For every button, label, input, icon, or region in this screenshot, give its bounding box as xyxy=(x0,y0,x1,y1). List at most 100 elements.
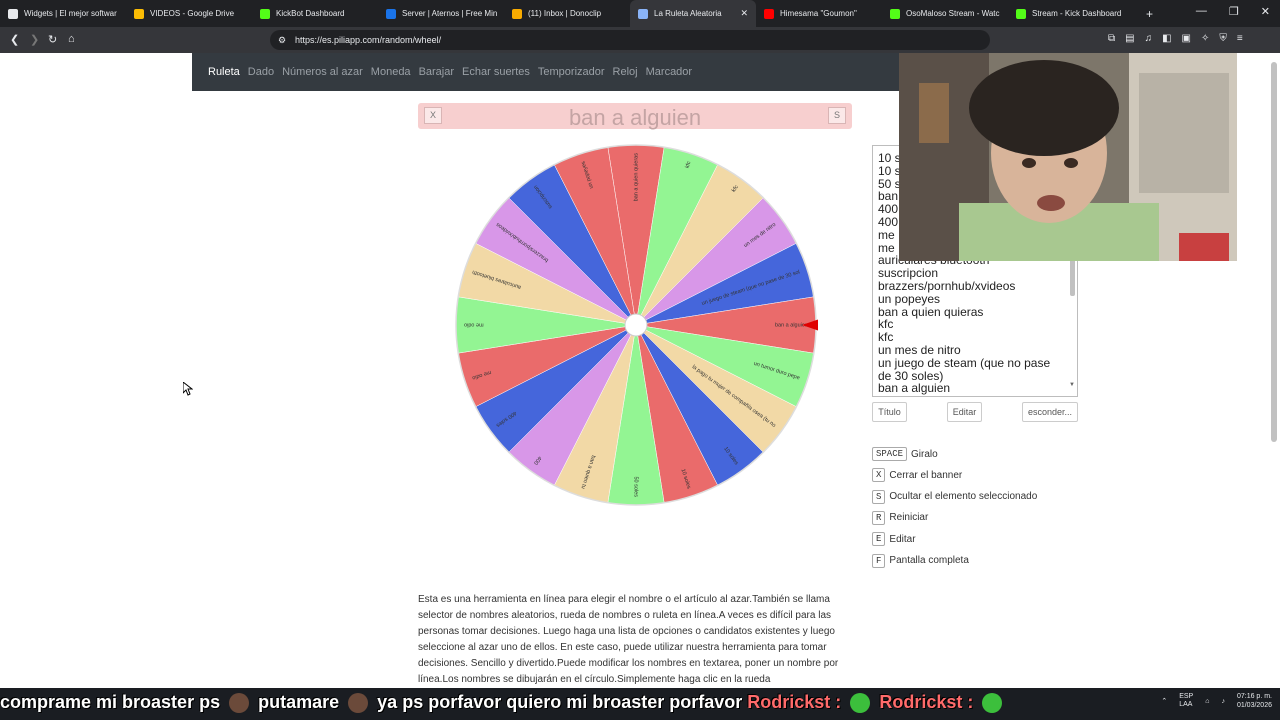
title-button[interactable]: Título xyxy=(872,402,907,422)
shortcut-row: R Reiniciar xyxy=(872,510,928,525)
tab-label: La Ruleta Aleatoria xyxy=(654,9,722,18)
tab-favicon-icon xyxy=(890,8,900,19)
clock-date: 01/03/2026 xyxy=(1236,702,1272,709)
extensions-icon[interactable]: ⧉ xyxy=(1108,33,1115,44)
forward-icon[interactable]: ❯ xyxy=(30,33,39,46)
maximize-icon[interactable]: ❐ xyxy=(1229,5,1239,18)
option-line: un popeyes xyxy=(878,291,941,306)
minimize-icon[interactable]: — xyxy=(1196,5,1207,18)
hide-selected-button[interactable]: S xyxy=(828,107,846,124)
browser-tab[interactable]: KickBot Dashboard xyxy=(252,0,378,27)
browser-tab[interactable]: OsoMaloso Stream - Watc xyxy=(882,0,1008,27)
browser-tab[interactable]: Server | Aternos | Free Min xyxy=(378,0,504,27)
shortcut-row: S Ocultar el elemento seleccionado xyxy=(872,489,1038,504)
tab-label: VIDEOS - Google Drive xyxy=(150,9,235,18)
nav-link[interactable]: Dado xyxy=(248,66,274,78)
nav-link[interactable]: Moneda xyxy=(371,66,411,78)
webcam-overlay xyxy=(899,53,1237,261)
page-scrollbar[interactable] xyxy=(1271,62,1277,442)
wheel-svg[interactable]: ban a quien quieras kfckfcun mes de nitro… xyxy=(454,143,828,507)
browser-tab[interactable]: Himesama "Goumon" xyxy=(756,0,882,27)
home-icon[interactable]: ⌂ xyxy=(68,33,75,45)
nav-link[interactable]: Echar suertes xyxy=(462,66,530,78)
tab-favicon-icon xyxy=(638,8,648,19)
volume-icon[interactable]: ♪ xyxy=(1221,698,1225,705)
shortcut-key: SPACE xyxy=(872,447,908,461)
browser-tab-strip: Widgets | El mejor softwar VIDEOS - Googl… xyxy=(0,0,1280,27)
menu-icon[interactable]: ≡ xyxy=(1237,33,1243,44)
browser-tab[interactable]: VIDEOS - Google Drive xyxy=(126,0,252,27)
shortcut-key: E xyxy=(872,532,886,547)
monkey-emote-icon xyxy=(229,693,250,714)
back-icon[interactable]: ❮ xyxy=(10,33,19,46)
wheel-segment-label: ban a alguien xyxy=(775,322,808,328)
chat-message-3: ya ps porfavor quiero mi broaster porfav… xyxy=(377,692,743,712)
spin-wheel[interactable]: ban a quien quieras kfc kfc un mes de nitro… xyxy=(454,143,828,507)
shortcut-row: X Cerrar el banner xyxy=(872,468,963,483)
kick-emote-icon xyxy=(850,693,871,714)
wheel-segment-label: 50 soles xyxy=(633,477,639,498)
nav-link[interactable]: Barajar xyxy=(419,66,454,78)
tab-label: OsoMaloso Stream - Watc xyxy=(906,9,1000,18)
option-line: ban a alguien xyxy=(878,381,951,396)
tab-favicon-icon xyxy=(764,8,774,19)
wheel-segment-label: ban a quien quieras xyxy=(633,153,639,202)
nav-link[interactable]: Marcador xyxy=(646,66,692,78)
clock-time: 07:16 p. m. xyxy=(1236,693,1272,700)
scroll-down-icon[interactable]: ▼ xyxy=(1069,382,1075,388)
sidebar-icon[interactable]: ◧ xyxy=(1162,33,1171,44)
browser-tab[interactable]: Widgets | El mejor softwar xyxy=(0,0,126,27)
chat-user-2: Rodrickst : xyxy=(879,692,974,712)
clock[interactable]: 07:16 p. m. 01/03/2026 xyxy=(1237,692,1272,710)
tab-favicon-icon xyxy=(512,8,522,19)
hide-button[interactable]: esconder... xyxy=(1022,402,1078,422)
textarea-scrollbar[interactable] xyxy=(1070,256,1075,296)
extension-icons: ⧉ ▤ ♫ ◧ ▣ ✧ ⛨ ≡ xyxy=(1108,33,1243,44)
reading-list-icon[interactable]: ▤ xyxy=(1125,33,1134,44)
media-icon[interactable]: ♫ xyxy=(1145,33,1153,44)
option-line: un juego de steam (que no pase xyxy=(878,355,1051,370)
tab-favicon-icon xyxy=(1016,8,1026,19)
tray-chevron-icon[interactable]: ⌃ xyxy=(1161,697,1167,705)
address-bar: ❮ ❯ ↻ ⌂ ⚙ https://es.piliapp.com/random/… xyxy=(0,27,1280,53)
shortcut-label: Cerrar el banner xyxy=(889,469,963,481)
ai-icon[interactable]: ✧ xyxy=(1201,33,1209,44)
browser-tab[interactable]: Stream - Kick Dashboard xyxy=(1008,0,1134,27)
nav-link[interactable]: Temporizador xyxy=(538,66,605,78)
language-indicator[interactable]: ESP LAA xyxy=(1179,693,1193,709)
new-tab-button[interactable]: + xyxy=(1134,7,1165,21)
shortcut-label: Ocultar el elemento seleccionado xyxy=(889,491,1038,503)
browser-tab[interactable]: La Ruleta Aleatoria ✕ xyxy=(630,0,756,27)
banner-title: ban a alguien xyxy=(568,105,702,130)
close-window-icon[interactable]: ✕ xyxy=(1261,5,1270,18)
chat-line: comprame mi broaster ps putamare ya ps p… xyxy=(0,692,1006,714)
monkey-emote-icon xyxy=(348,693,369,714)
shortcut-key: X xyxy=(872,468,886,483)
system-tray: ⌃ ESP LAA ⌂ ♪ 07:16 p. m. 01/03/2026 xyxy=(1161,692,1272,710)
tab-close-icon[interactable]: ✕ xyxy=(740,8,748,19)
site-info-icon[interactable]: ⚙ xyxy=(278,30,286,50)
wallet-icon[interactable]: ▣ xyxy=(1182,33,1191,44)
url-field[interactable]: ⚙ https://es.piliapp.com/random/wheel/ xyxy=(270,30,990,50)
nav-link[interactable]: Ruleta xyxy=(208,66,240,78)
reload-icon[interactable]: ↻ xyxy=(48,33,57,46)
tab-favicon-icon xyxy=(260,8,270,19)
network-icon[interactable]: ⌂ xyxy=(1205,698,1209,705)
shortcut-key: R xyxy=(872,510,886,525)
nav-link[interactable]: Números al azar xyxy=(282,66,363,78)
description-text: Esta es una herramienta en línea para el… xyxy=(418,594,839,685)
tab-label: Himesama "Goumon" xyxy=(780,9,857,18)
edit-button[interactable]: Editar xyxy=(947,402,982,422)
chat-message-1: comprame mi broaster ps xyxy=(0,692,221,712)
shortcut-label: Pantalla completa xyxy=(889,555,969,566)
nav-link[interactable]: Reloj xyxy=(613,66,638,78)
kick-emote-icon xyxy=(982,693,1003,714)
browser-tab[interactable]: (11) Inbox | Donoclip xyxy=(504,0,630,27)
shortcut-label: Giralo xyxy=(911,448,938,460)
option-line: un mes de nitro xyxy=(878,342,961,357)
stream-chat-overlay: comprame mi broaster ps putamare ya ps p… xyxy=(0,688,1280,720)
shield-icon[interactable]: ⛨ xyxy=(1219,33,1227,44)
wheel-hub[interactable] xyxy=(624,313,648,337)
option-line: kfc xyxy=(878,317,894,332)
shortcut-row: E Editar xyxy=(872,532,916,547)
